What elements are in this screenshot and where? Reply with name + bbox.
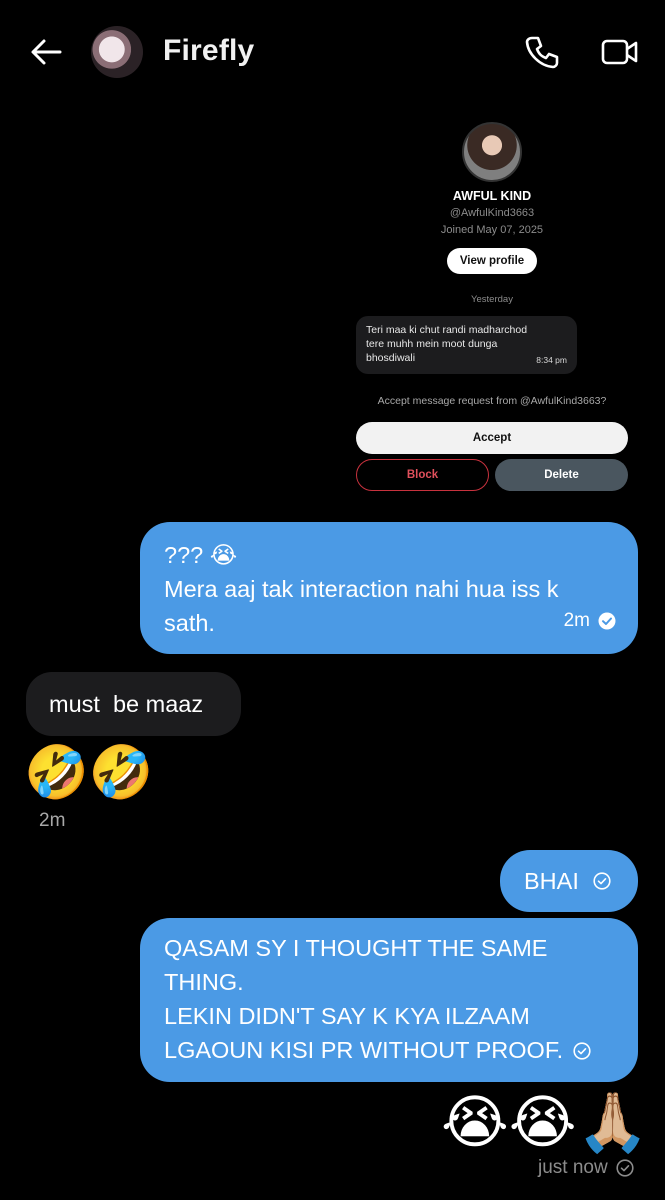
card-joined-date: Joined May 07, 2025 (440, 224, 544, 236)
message-text-line-last: LGAOUN KISI PR WITHOUT PROOF. (164, 1033, 614, 1067)
card-date-separator: Yesterday (471, 294, 513, 305)
back-button[interactable] (28, 36, 64, 68)
shared-screenshot-card[interactable]: AWFUL KIND @AwfulKind3663 Joined May 07,… (344, 110, 640, 514)
message-text-line: QASAM SY I THOUGHT THE SAME (164, 935, 548, 961)
video-camera-icon (601, 39, 638, 65)
contact-avatar[interactable] (91, 26, 143, 78)
card-profile-name: AWFUL KIND (452, 189, 532, 203)
last-message-time: just now (538, 1157, 608, 1178)
back-arrow-icon (31, 39, 62, 65)
last-message-status: just now (538, 1157, 634, 1179)
message-time: 2m (563, 610, 590, 631)
accept-request-prompt: Accept message request from @AwfulKind36… (377, 395, 607, 407)
sent-check-icon (573, 1042, 591, 1060)
message-text: Mera aaj tak interaction nahi hua iss k … (164, 576, 559, 636)
message-text-line: ??? 😭 (164, 542, 238, 568)
call-button[interactable] (524, 34, 560, 70)
message-meta: 2m (564, 604, 616, 638)
message-text: BHAI (524, 868, 579, 894)
card-message-bubble: Teri maa ki chut randi madharchod tere m… (356, 316, 577, 374)
read-check-icon (598, 612, 616, 630)
card-accept-button: Accept (356, 422, 628, 454)
message-text-line: THING. (164, 969, 244, 995)
message-text-line: LGAOUN KISI PR WITHOUT PROOF. (164, 1037, 564, 1063)
incoming-message[interactable]: must be maaz (26, 672, 241, 736)
incoming-message-time: 2m (39, 810, 66, 831)
sent-check-icon (593, 872, 611, 890)
chat-header: Firefly (0, 0, 665, 104)
outgoing-message[interactable]: BHAI (500, 850, 638, 912)
card-profile-avatar (462, 122, 522, 182)
sent-check-icon (616, 1159, 634, 1177)
outgoing-message[interactable]: ??? 😭 Mera aaj tak interaction nahi hua … (140, 522, 638, 654)
phone-icon (525, 36, 559, 69)
contact-name[interactable]: Firefly (163, 34, 254, 68)
message-text-line: LEKIN DIDN'T SAY K KYA ILZAAM (164, 1003, 530, 1029)
card-block-button: Block (356, 459, 489, 491)
video-call-button[interactable] (601, 38, 639, 66)
card-message-text: Teri maa ki chut randi madharchod tere m… (366, 324, 528, 364)
card-profile-handle: @AwfulKind3663 (449, 207, 535, 219)
outgoing-emoji-message[interactable]: 😭😭🙏🏼 (441, 1088, 649, 1156)
outgoing-message[interactable]: QASAM SY I THOUGHT THE SAME THING. LEKIN… (140, 918, 638, 1082)
incoming-emoji-message[interactable]: 🤣🤣 (24, 742, 154, 804)
view-profile-button: View profile (447, 248, 537, 274)
card-message-time: 8:34 pm (536, 355, 567, 365)
card-delete-button: Delete (495, 459, 628, 491)
